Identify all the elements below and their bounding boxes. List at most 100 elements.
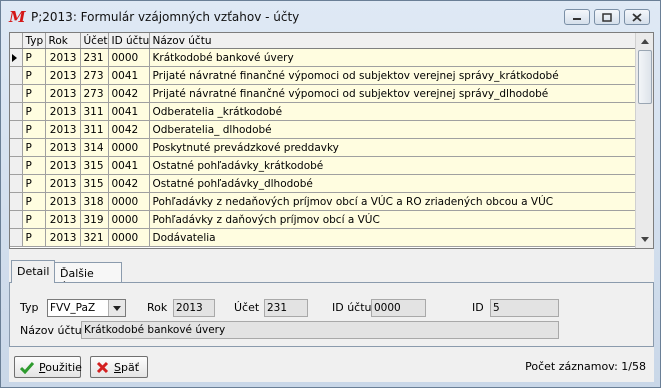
cell-typ[interactable]: P bbox=[22, 228, 46, 247]
cell-ucet[interactable]: 273 bbox=[80, 66, 109, 85]
cell-rok[interactable]: 2013 bbox=[45, 174, 81, 193]
close-window-button[interactable] bbox=[624, 9, 650, 25]
table-row[interactable]: P 2013 318 0000 Pohľadávky z nedaňových príj… bbox=[10, 192, 636, 211]
cell-rok[interactable]: 2013 bbox=[45, 84, 81, 103]
row-indicator[interactable] bbox=[10, 66, 23, 85]
cell-typ[interactable]: P bbox=[22, 210, 46, 229]
cell-nazov-uctu[interactable]: Dodávatelia bbox=[149, 228, 636, 247]
cell-nazov-uctu[interactable]: Pohľadávky z daňových príjmov obcí a VÚC bbox=[149, 210, 636, 229]
cell-rok[interactable]: 2013 bbox=[45, 228, 81, 247]
row-indicator[interactable] bbox=[10, 102, 23, 121]
table-row[interactable]: P 2013 273 0041 Prijaté návratné finančné vý… bbox=[10, 66, 636, 85]
table-row[interactable]: P 2013 314 0000 Poskytnuté prevádzkové predd… bbox=[10, 138, 636, 157]
cell-id-uctu[interactable]: 0041 bbox=[108, 102, 150, 121]
cell-id-uctu[interactable]: 0041 bbox=[108, 156, 150, 175]
table-row[interactable]: P 2013 231 0000 Krátkodobé bankové úvery bbox=[10, 48, 636, 67]
row-indicator[interactable] bbox=[10, 174, 23, 193]
cell-ucet[interactable]: 273 bbox=[80, 84, 109, 103]
maximize-button[interactable] bbox=[594, 9, 620, 25]
cell-ucet[interactable]: 318 bbox=[80, 192, 109, 211]
tab-detail[interactable]: Detail bbox=[11, 260, 56, 283]
cell-rok[interactable]: 2013 bbox=[45, 102, 81, 121]
cell-nazov-uctu[interactable]: Pohľadávky z nedaňových príjmov obcí a V… bbox=[149, 192, 636, 211]
scroll-down-button[interactable] bbox=[636, 231, 653, 248]
cell-id-uctu[interactable]: 0000 bbox=[108, 210, 150, 229]
scroll-thumb[interactable] bbox=[638, 50, 652, 104]
cell-nazov-uctu[interactable]: Prijaté návratné finančné výpomoci od su… bbox=[149, 66, 636, 85]
cell-id-uctu[interactable]: 0000 bbox=[108, 228, 150, 247]
cell-nazov-uctu[interactable]: Ostatné pohľadávky_dlhodobé bbox=[149, 174, 636, 193]
cell-typ[interactable]: P bbox=[22, 138, 46, 157]
column-header-typ[interactable]: Typ bbox=[22, 33, 46, 49]
cell-ucet[interactable]: 315 bbox=[80, 156, 109, 175]
row-indicator[interactable] bbox=[10, 120, 23, 139]
cell-typ[interactable]: P bbox=[22, 66, 46, 85]
cell-rok[interactable]: 2013 bbox=[45, 48, 81, 67]
cell-ucet[interactable]: 319 bbox=[80, 210, 109, 229]
column-header-ucet[interactable]: Účet bbox=[80, 33, 109, 49]
cell-typ[interactable]: P bbox=[22, 84, 46, 103]
cell-rok[interactable]: 2013 bbox=[45, 66, 81, 85]
cell-ucet[interactable]: 315 bbox=[80, 174, 109, 193]
cell-id-uctu[interactable]: 0000 bbox=[108, 192, 150, 211]
table-row[interactable]: P 2013 315 0042 Ostatné pohľadávky_dlhodobé bbox=[10, 174, 636, 193]
cell-ucet[interactable]: 314 bbox=[80, 138, 109, 157]
table-row[interactable]: P 2013 321 0000 Dodávatelia bbox=[10, 228, 636, 247]
grid-vertical-scrollbar[interactable] bbox=[635, 33, 653, 248]
cell-typ[interactable]: P bbox=[22, 48, 46, 67]
cell-typ[interactable]: P bbox=[22, 174, 46, 193]
cell-id-uctu[interactable]: 0042 bbox=[108, 174, 150, 193]
table-row[interactable]: P 2013 311 0041 Odberatelia _krátkodobé bbox=[10, 102, 636, 121]
cell-typ[interactable]: P bbox=[22, 192, 46, 211]
cell-nazov-uctu[interactable]: Ostatné pohľadávky_krátkodobé bbox=[149, 156, 636, 175]
row-indicator[interactable] bbox=[10, 48, 23, 67]
tab-dalsie-udaje[interactable]: Ďalšie údaje bbox=[54, 262, 122, 293]
back-button[interactable]: Späť bbox=[90, 356, 148, 378]
cell-id-uctu[interactable]: 0042 bbox=[108, 120, 150, 139]
row-indicator[interactable] bbox=[10, 228, 23, 247]
cell-nazov-uctu[interactable]: Krátkodobé bankové úvery bbox=[149, 48, 636, 67]
cell-id-uctu[interactable]: 0000 bbox=[108, 138, 150, 157]
column-header-id-uctu[interactable]: ID účtu bbox=[108, 33, 150, 49]
cell-id-uctu[interactable]: 0041 bbox=[108, 66, 150, 85]
column-header-rok[interactable]: Rok bbox=[45, 33, 81, 49]
cell-typ[interactable]: P bbox=[22, 120, 46, 139]
scroll-up-button[interactable] bbox=[636, 33, 653, 50]
typ-select[interactable]: FVV_PaZ bbox=[47, 299, 126, 317]
cell-rok[interactable]: 2013 bbox=[45, 192, 81, 211]
current-row-arrow-icon bbox=[12, 53, 17, 62]
cell-nazov-uctu[interactable]: Odberatelia_ dlhodobé bbox=[149, 120, 636, 139]
back-button-label: Späť bbox=[114, 360, 140, 374]
cell-rok[interactable]: 2013 bbox=[45, 120, 81, 139]
table-row[interactable]: P 2013 311 0042 Odberatelia_ dlhodobé bbox=[10, 120, 636, 139]
cell-rok[interactable]: 2013 bbox=[45, 156, 81, 175]
cell-ucet[interactable]: 321 bbox=[80, 228, 109, 247]
cell-id-uctu[interactable]: 0000 bbox=[108, 48, 150, 67]
row-indicator[interactable] bbox=[10, 156, 23, 175]
cell-ucet[interactable]: 311 bbox=[80, 102, 109, 121]
accounts-grid[interactable]: Typ Rok Účet ID účtu Názov účtu P 2013 231… bbox=[9, 32, 654, 249]
dropdown-button[interactable] bbox=[108, 300, 125, 316]
column-header-nazov-uctu[interactable]: Názov účtu bbox=[149, 33, 636, 49]
typ-label: Typ bbox=[20, 301, 39, 314]
cell-nazov-uctu[interactable]: Odberatelia _krátkodobé bbox=[149, 102, 636, 121]
use-button[interactable]: Použitie bbox=[14, 356, 82, 378]
cell-ucet[interactable]: 311 bbox=[80, 120, 109, 139]
row-indicator[interactable] bbox=[10, 84, 23, 103]
cell-rok[interactable]: 2013 bbox=[45, 210, 81, 229]
table-row[interactable]: P 2013 273 0042 Prijaté návratné finančné vý… bbox=[10, 84, 636, 103]
row-indicator[interactable] bbox=[10, 138, 23, 157]
minimize-button[interactable] bbox=[564, 9, 590, 25]
cell-typ[interactable]: P bbox=[22, 156, 46, 175]
cell-nazov-uctu[interactable]: Poskytnuté prevádzkové preddavky bbox=[149, 138, 636, 157]
cell-rok[interactable]: 2013 bbox=[45, 138, 81, 157]
cell-nazov-uctu[interactable]: Prijaté návratné finančné výpomoci od su… bbox=[149, 84, 636, 103]
title-bar[interactable]: M P;2013: Formulár vzájomných vzťahov - … bbox=[1, 1, 660, 33]
cell-typ[interactable]: P bbox=[22, 102, 46, 121]
cell-id-uctu[interactable]: 0042 bbox=[108, 84, 150, 103]
cell-ucet[interactable]: 231 bbox=[80, 48, 109, 67]
row-indicator[interactable] bbox=[10, 192, 23, 211]
table-row[interactable]: P 2013 319 0000 Pohľadávky z daňových príjmo… bbox=[10, 210, 636, 229]
row-indicator[interactable] bbox=[10, 210, 23, 229]
table-row[interactable]: P 2013 315 0041 Ostatné pohľadávky_krátkodob… bbox=[10, 156, 636, 175]
